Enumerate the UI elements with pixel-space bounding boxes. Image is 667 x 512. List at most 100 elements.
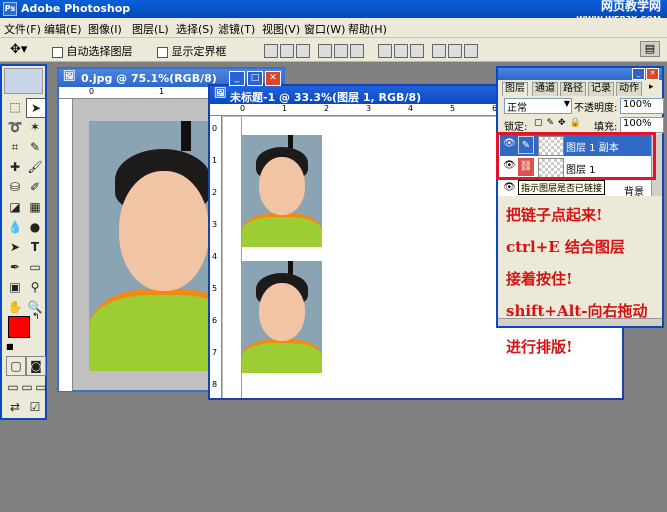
tab-actions[interactable]: 动作 xyxy=(616,82,642,96)
distribute-left-icon[interactable] xyxy=(432,44,446,58)
lasso-tool-icon[interactable]: ➰ xyxy=(6,118,24,136)
move-tool-icon-selected[interactable]: ➤ xyxy=(26,98,46,118)
default-colors-icon[interactable]: ■ xyxy=(6,342,14,351)
distribute-top-icon[interactable] xyxy=(378,44,392,58)
highlight-box xyxy=(496,132,656,180)
align-hcenter-icon[interactable] xyxy=(334,44,348,58)
menu-help[interactable]: 帮助(H) xyxy=(348,21,387,37)
quick-mask-icon[interactable]: ◙ xyxy=(26,356,46,376)
foreground-color-swatch[interactable] xyxy=(8,316,30,338)
eyedropper-tool-icon[interactable]: ⚲ xyxy=(26,278,44,296)
checkbox-icon[interactable]: ☑ xyxy=(26,398,44,416)
layers-panel-titlebar[interactable]: _ ✕ xyxy=(498,68,662,80)
blend-mode-select[interactable]: 正常 ▼ xyxy=(504,98,572,114)
eye-icon[interactable]: 👁 xyxy=(503,182,516,194)
path-select-tool-icon[interactable]: ➤ xyxy=(6,238,24,256)
shape-tool-icon[interactable]: ▭ xyxy=(26,258,44,276)
kid-photo-copy-bottom xyxy=(242,261,322,373)
ruler-mark: 1 xyxy=(159,87,165,96)
gradient-tool-icon[interactable]: ▦ xyxy=(26,198,44,216)
ruler-mark: 4 xyxy=(408,104,414,113)
options-bar: ✥▾ 自动选择图层 显示定界框 ▤ xyxy=(0,38,667,62)
ruler-mark: 5 xyxy=(450,104,456,113)
distribute-vcenter-icon[interactable] xyxy=(394,44,408,58)
move-tool-icon[interactable]: ✥▾ xyxy=(10,42,27,57)
layer-row-background[interactable]: 👁 指示图层是否已链接 背景 xyxy=(500,178,651,200)
menu-file[interactable]: 文件(F) xyxy=(4,21,41,37)
swap-colors-icon[interactable]: ↰ xyxy=(32,312,40,322)
ruler-mark: 6 xyxy=(212,316,218,325)
fill-input[interactable]: 100% xyxy=(620,117,664,133)
opacity-input[interactable]: 100% xyxy=(620,98,664,114)
maximize-icon[interactable]: □ xyxy=(247,71,263,86)
pen-tool-icon[interactable]: ✒ xyxy=(6,258,24,276)
instruction-area: 把链子点起来! ctrl+E 结合图层 接着按住! shift+Alt-向右拖动 xyxy=(498,198,662,320)
menu-window[interactable]: 窗口(W) xyxy=(304,21,345,37)
distribute-hcenter-icon[interactable] xyxy=(448,44,462,58)
distribute-right-icon[interactable] xyxy=(464,44,478,58)
brush-tool-icon[interactable]: 🖌 xyxy=(26,158,44,176)
align-left-icon[interactable] xyxy=(318,44,332,58)
clone-stamp-tool-icon[interactable]: ⛁ xyxy=(6,178,24,196)
vertical-ruler: 0 1 2 3 4 5 6 7 8 xyxy=(210,116,222,398)
screen-mode-full-icon[interactable]: ▭ xyxy=(32,378,50,396)
blend-mode-value: 正常 xyxy=(507,103,527,114)
align-right-icon[interactable] xyxy=(350,44,364,58)
menu-select[interactable]: 选择(S) xyxy=(176,21,214,37)
healing-brush-tool-icon[interactable]: ✚ xyxy=(6,158,24,176)
blur-tool-icon[interactable]: 💧 xyxy=(6,218,24,236)
auto-select-checkbox[interactable] xyxy=(52,46,63,58)
menu-image[interactable]: 图像(I) xyxy=(88,21,122,37)
tab-channels[interactable]: 通道 xyxy=(532,82,558,96)
tab-history[interactable]: 记录 xyxy=(588,82,614,96)
notes-tool-icon[interactable]: ▣ xyxy=(6,278,24,296)
align-bottom-icon[interactable] xyxy=(296,44,310,58)
menu-edit[interactable]: 编辑(E) xyxy=(44,21,82,37)
marquee-tool-icon[interactable]: ⬚ xyxy=(6,98,24,116)
tab-paths[interactable]: 路径 xyxy=(560,82,586,96)
tab-layers[interactable]: 图层 xyxy=(502,82,528,96)
auto-select-option[interactable]: 自动选择图层 xyxy=(52,43,133,59)
align-top-icon[interactable] xyxy=(264,44,278,58)
eraser-tool-icon[interactable]: ◪ xyxy=(6,198,24,216)
show-bbox-label: 显示定界框 xyxy=(171,45,227,58)
magic-wand-tool-icon[interactable]: ✶ xyxy=(26,118,44,136)
ruler-mark: 5 xyxy=(212,284,218,293)
slice-tool-icon[interactable]: ✎ xyxy=(26,138,44,156)
menu-view[interactable]: 视图(V) xyxy=(262,21,300,37)
file-browser-icon[interactable]: ▤ xyxy=(640,41,660,57)
minimize-icon[interactable]: _ xyxy=(229,71,245,86)
ruler-mark: 4 xyxy=(212,252,218,261)
instruction-5: 进行排版! xyxy=(506,338,573,356)
ruler-mark: 0 xyxy=(89,87,95,96)
instruction-2: ctrl+E 结合图层 xyxy=(506,238,625,256)
distribute-bottom-icon[interactable] xyxy=(410,44,424,58)
lock-icons[interactable]: ▢✎✥🔒 xyxy=(534,118,585,128)
standard-mode-icon[interactable]: ▢ xyxy=(6,356,26,376)
dodge-tool-icon[interactable]: ● xyxy=(26,218,44,236)
close-icon[interactable]: ✕ xyxy=(265,71,281,86)
doc-window-0jpg-title: 0.jpg @ 75.1%(RGB/8) xyxy=(81,72,217,85)
history-brush-tool-icon[interactable]: ✐ xyxy=(26,178,44,196)
menu-layer[interactable]: 图层(L) xyxy=(132,21,169,37)
tooltip: 指示图层是否已链接 xyxy=(518,180,606,195)
type-tool-icon[interactable]: T xyxy=(26,238,44,256)
kid-photo-copy-top xyxy=(242,135,322,247)
watermark-line1: 网页教学网 xyxy=(600,0,661,13)
jump-to-imageready-icon[interactable]: ⇄ xyxy=(6,398,24,416)
crop-tool-icon[interactable]: ⌗ xyxy=(6,138,24,156)
app-title: Adobe Photoshop xyxy=(21,2,131,15)
panel-menu-icon[interactable]: ▸ xyxy=(649,82,654,92)
doc-icon: 🖼 xyxy=(214,88,227,99)
ruler-mark: 3 xyxy=(212,220,218,229)
panel-close-icon[interactable]: ✕ xyxy=(646,68,659,80)
align-vcenter-icon[interactable] xyxy=(280,44,294,58)
menu-filter[interactable]: 滤镜(T) xyxy=(218,21,255,37)
hand-tool-icon[interactable]: ✋ xyxy=(6,298,24,316)
show-bbox-checkbox[interactable] xyxy=(157,46,168,58)
show-bbox-option[interactable]: 显示定界框 xyxy=(157,43,227,59)
ruler-mark: 3 xyxy=(366,104,372,113)
panel-minimize-icon[interactable]: _ xyxy=(632,68,645,80)
instruction-3: 接着按住! xyxy=(506,270,573,288)
ruler-mark: 1 xyxy=(282,104,288,113)
